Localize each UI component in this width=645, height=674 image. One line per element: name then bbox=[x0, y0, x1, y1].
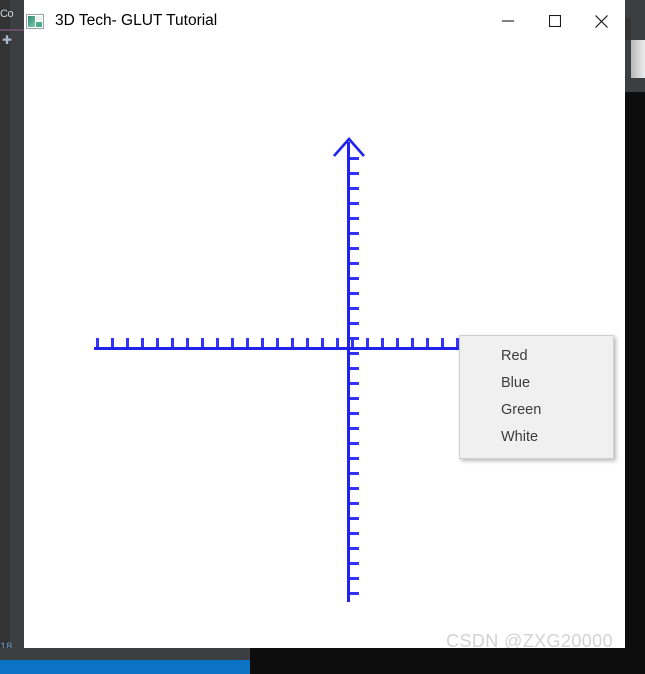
y-axis-tick bbox=[350, 232, 359, 235]
y-axis-tick bbox=[350, 277, 359, 280]
minimize-icon bbox=[501, 20, 514, 22]
watermark-text: CSDN @ZXG20000 bbox=[446, 631, 613, 648]
minimize-button[interactable] bbox=[484, 0, 531, 42]
x-axis-tick bbox=[366, 338, 369, 347]
window-title: 3D Tech- GLUT Tutorial bbox=[55, 12, 218, 29]
y-axis-tick bbox=[350, 262, 359, 265]
x-axis-tick bbox=[141, 338, 144, 347]
y-axis-tick bbox=[350, 427, 359, 430]
app-icon-square-teal bbox=[36, 21, 42, 27]
x-axis-tick bbox=[96, 338, 99, 347]
x-axis-tick bbox=[246, 338, 249, 347]
x-axis-tick bbox=[276, 338, 279, 347]
close-button[interactable] bbox=[578, 0, 625, 42]
gl-render-canvas[interactable]: Red Blue Green White CSDN @ZXG20000 bbox=[24, 42, 625, 648]
ide-editor-tab-label[interactable]: Co bbox=[0, 8, 22, 20]
x-axis-tick bbox=[126, 338, 129, 347]
y-axis-tick bbox=[350, 382, 359, 385]
x-axis-tick bbox=[186, 338, 189, 347]
y-axis-tick bbox=[350, 562, 359, 565]
y-axis-tick bbox=[350, 367, 359, 370]
y-axis-tick bbox=[350, 517, 359, 520]
y-axis-tick bbox=[350, 307, 359, 310]
x-axis-tick bbox=[411, 338, 414, 347]
taskbar-accent-bar bbox=[0, 660, 250, 674]
title-bar[interactable]: 3D Tech- GLUT Tutorial bbox=[24, 0, 625, 42]
x-axis-tick bbox=[231, 338, 234, 347]
x-axis-tick bbox=[216, 338, 219, 347]
x-axis-tick bbox=[441, 338, 444, 347]
x-axis-line bbox=[94, 347, 464, 350]
y-axis-tick bbox=[350, 397, 359, 400]
x-axis-tick bbox=[306, 338, 309, 347]
close-icon bbox=[595, 14, 608, 28]
y-axis-tick bbox=[350, 172, 359, 175]
window-controls bbox=[484, 0, 625, 42]
y-axis-arrow-icon bbox=[332, 134, 366, 169]
menu-item-white[interactable]: White bbox=[460, 424, 613, 451]
y-axis-tick bbox=[350, 202, 359, 205]
y-axis-tick bbox=[350, 547, 359, 550]
add-icon[interactable]: ✚ bbox=[2, 33, 16, 47]
vertical-scrollbar-thumb[interactable] bbox=[631, 40, 645, 78]
x-axis-tick bbox=[321, 338, 324, 347]
x-axis-tick bbox=[111, 338, 114, 347]
maximize-button[interactable] bbox=[531, 0, 578, 42]
y-axis-tick bbox=[350, 247, 359, 250]
menu-item-green[interactable]: Green bbox=[460, 397, 613, 424]
y-axis-tick bbox=[350, 532, 359, 535]
y-axis-tick bbox=[350, 412, 359, 415]
ide-left-gutter bbox=[0, 0, 10, 674]
x-axis-tick bbox=[396, 338, 399, 347]
y-axis-tick bbox=[350, 487, 359, 490]
ide-tab-divider bbox=[0, 29, 24, 31]
app-image-icon bbox=[26, 13, 44, 29]
y-axis-tick bbox=[350, 187, 359, 190]
y-axis-tick bbox=[350, 442, 359, 445]
menu-item-blue[interactable]: Blue bbox=[460, 370, 613, 397]
menu-item-red[interactable]: Red bbox=[460, 343, 613, 370]
app-icon-square-green bbox=[28, 15, 35, 27]
x-axis-tick bbox=[291, 338, 294, 347]
x-axis-tick bbox=[171, 338, 174, 347]
y-axis-tick bbox=[350, 472, 359, 475]
maximize-icon bbox=[548, 15, 561, 27]
y-axis-tick bbox=[350, 337, 359, 340]
y-axis-tick bbox=[350, 577, 359, 580]
y-axis-tick bbox=[350, 592, 359, 595]
y-axis-tick bbox=[350, 352, 359, 355]
desktop-bottom-area bbox=[250, 648, 645, 674]
color-context-menu[interactable]: Red Blue Green White bbox=[459, 335, 614, 459]
x-axis-tick bbox=[381, 338, 384, 347]
application-window: 3D Tech- GLUT Tutorial Red Blue Green Wh… bbox=[24, 0, 625, 648]
x-axis-tick bbox=[201, 338, 204, 347]
app-icon-square-light bbox=[36, 15, 42, 21]
y-axis-tick bbox=[350, 292, 359, 295]
x-axis-tick bbox=[426, 338, 429, 347]
desktop-right-area bbox=[625, 92, 645, 674]
x-axis-tick bbox=[336, 338, 339, 347]
vertical-scrollbar-track[interactable] bbox=[631, 0, 645, 92]
y-axis-tick bbox=[350, 322, 359, 325]
y-axis-tick bbox=[350, 217, 359, 220]
x-axis-tick bbox=[261, 338, 264, 347]
y-axis-tick bbox=[350, 457, 359, 460]
y-axis-tick bbox=[350, 502, 359, 505]
x-axis-tick bbox=[156, 338, 159, 347]
ide-status-strip bbox=[0, 648, 250, 660]
